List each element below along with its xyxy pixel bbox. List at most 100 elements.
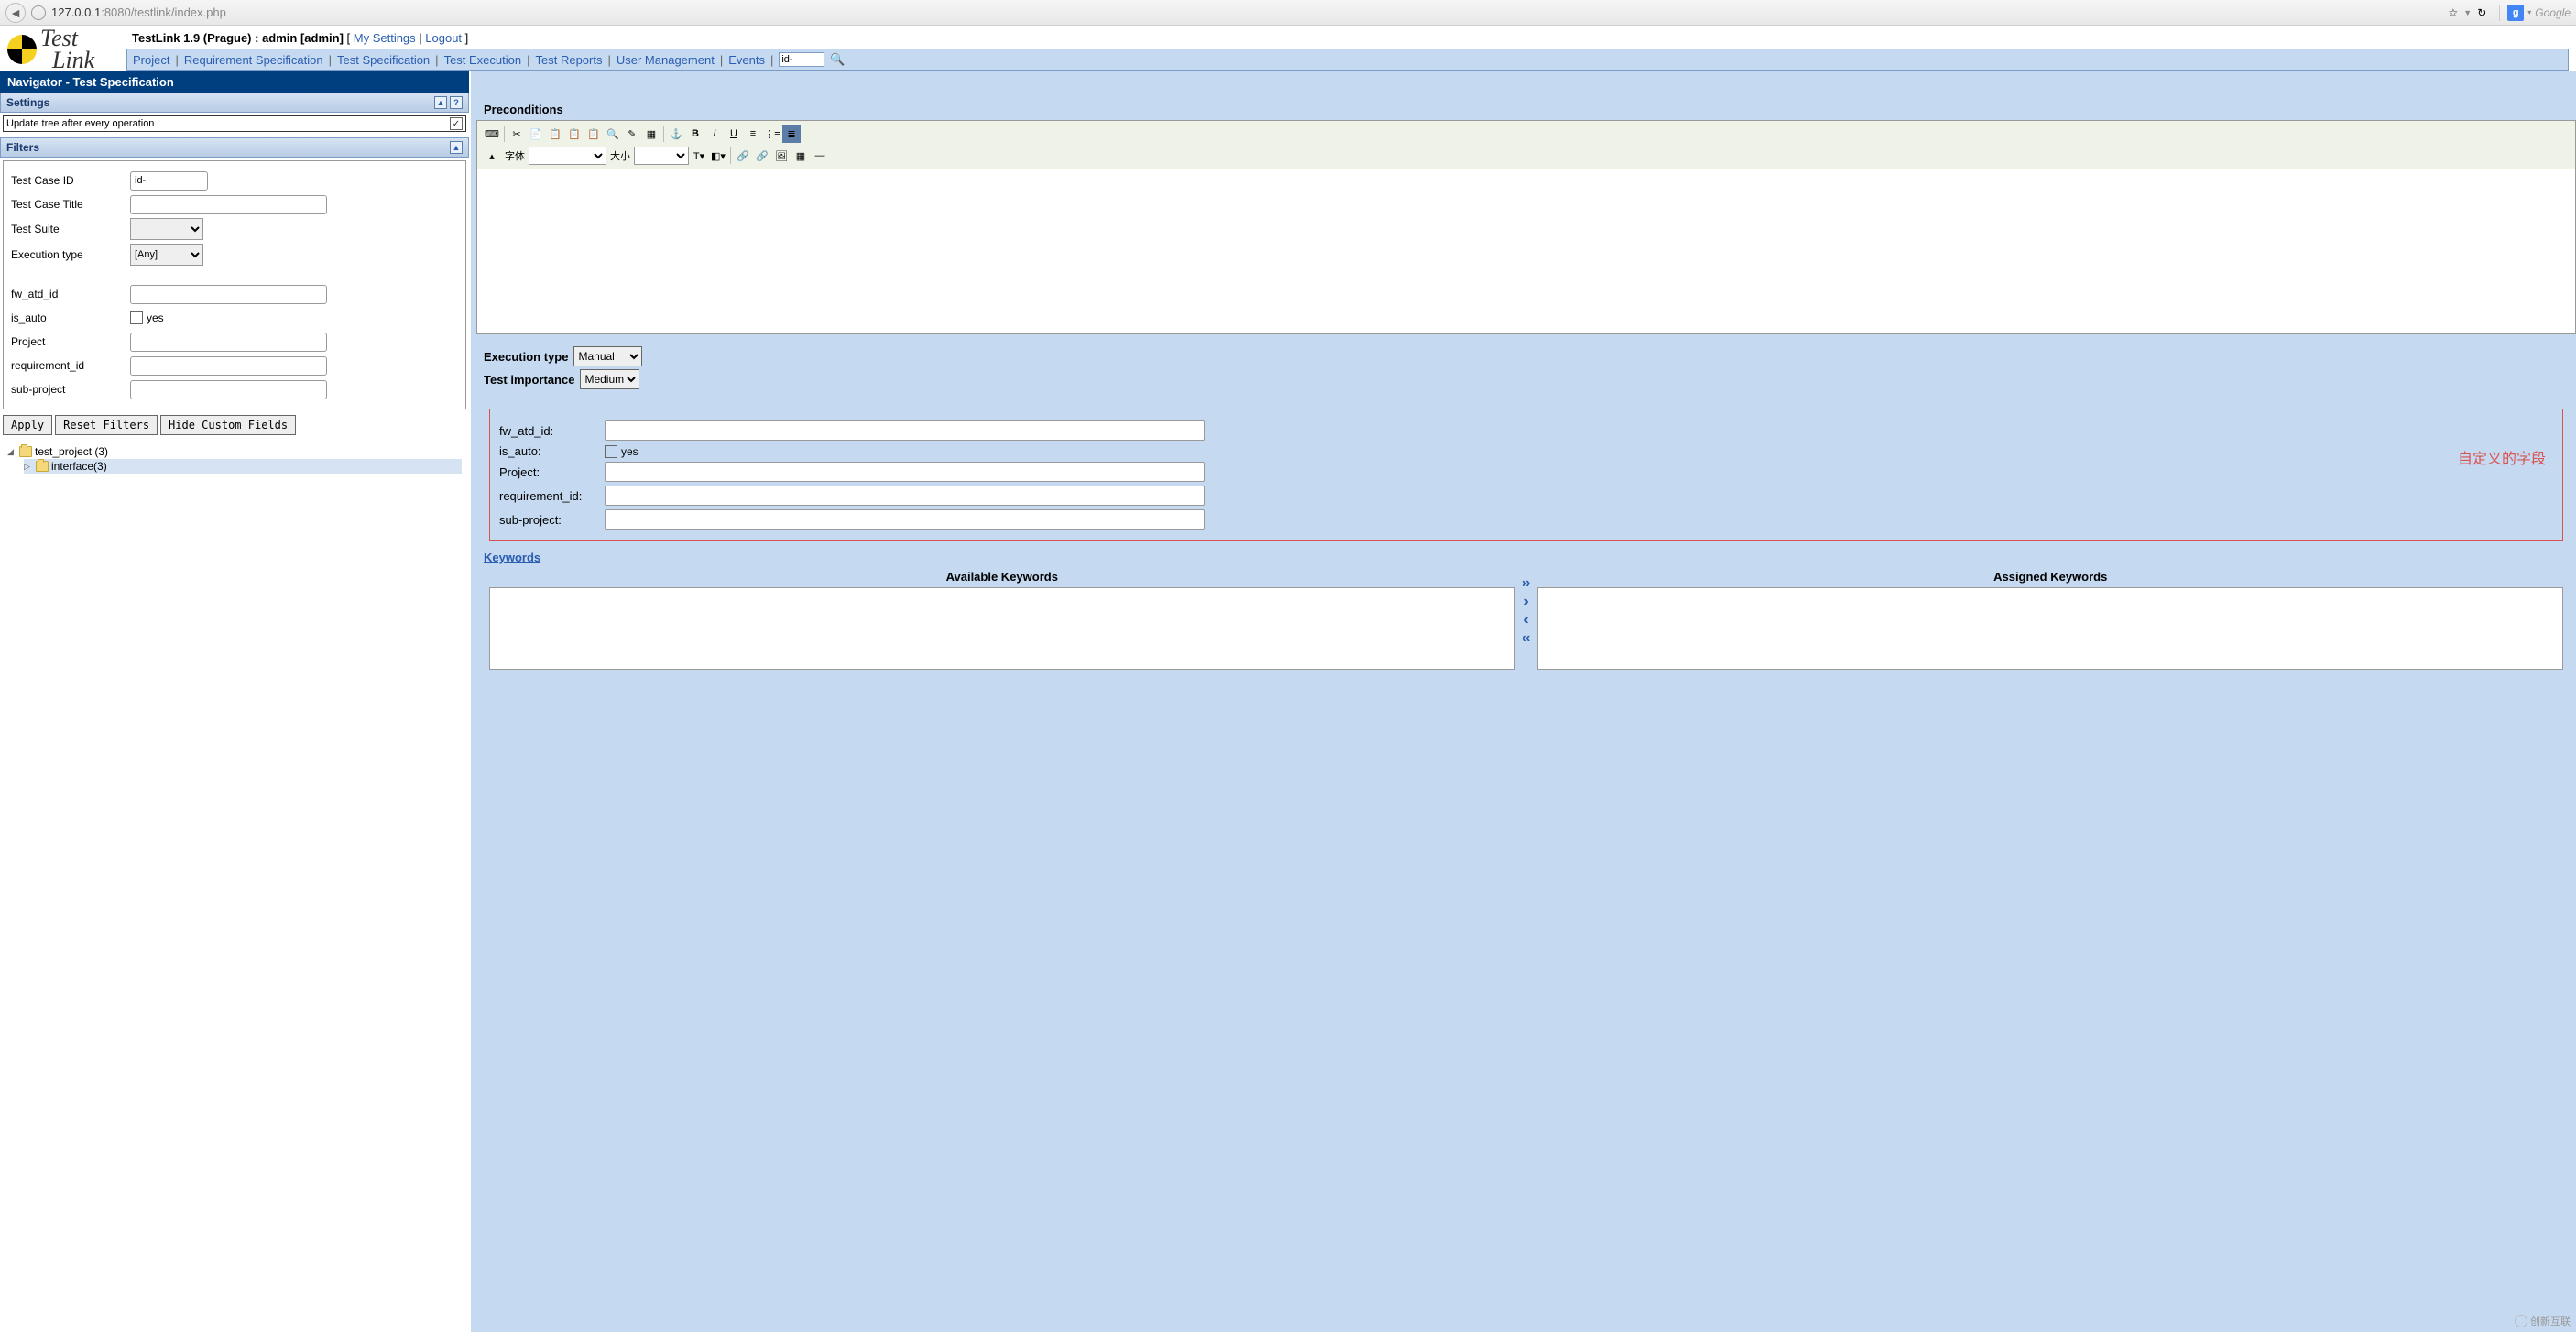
cf-sub-project-input[interactable] [605, 509, 1205, 530]
cf-sub-project-label: sub-project: [499, 513, 605, 527]
tc-id-input[interactable] [130, 171, 208, 191]
apply-button[interactable]: Apply [3, 415, 52, 435]
italic-icon[interactable]: I [705, 125, 724, 143]
tc-title-label: Test Case Title [11, 198, 130, 211]
exec-block: Execution typeManual Test importanceMedi… [476, 334, 2576, 401]
is-auto-checkbox[interactable] [130, 311, 143, 324]
nav-project[interactable]: Project [133, 53, 169, 67]
anchor-icon[interactable]: ⚓ [667, 125, 685, 143]
fw-atd-id-input[interactable] [130, 285, 327, 304]
site-identity-icon[interactable] [31, 5, 46, 20]
project-input[interactable] [130, 333, 327, 352]
dropdown-icon[interactable]: ▼ [2463, 8, 2472, 17]
nav-test-reports[interactable]: Test Reports [536, 53, 603, 67]
right-panel: Preconditions ⌨ ✂ 📄 📋 📋 📋 🔍 ✎ ▦ ⚓ B I U … [476, 71, 2576, 1332]
move-all-left-icon[interactable]: « [1523, 630, 1531, 647]
is-auto-opt: yes [147, 311, 164, 324]
navigator-title: Navigator - Test Specification [0, 71, 469, 93]
unlink-icon[interactable]: 🔗 [753, 147, 771, 165]
testlink-logo[interactable]: Test Link [7, 27, 117, 71]
req-id-input[interactable] [130, 356, 327, 376]
nav-req-spec[interactable]: Requirement Specification [184, 53, 323, 67]
tree-child-label: interface(3) [51, 460, 107, 473]
left-panel: Navigator - Test Specification Settings … [0, 71, 476, 1332]
preconditions-title: Preconditions [476, 99, 2576, 120]
tc-title-input[interactable] [130, 195, 327, 214]
exec-type-select[interactable]: [Any] [130, 244, 203, 266]
move-all-right-icon[interactable]: » [1523, 575, 1531, 592]
hr-icon[interactable]: — [811, 147, 829, 165]
table-icon[interactable]: ▦ [791, 147, 810, 165]
search-dropdown-icon[interactable]: ▾ [2527, 8, 2531, 16]
cf-is-auto-label: is_auto: [499, 444, 605, 458]
paste-word-icon[interactable]: 📋 [584, 125, 603, 143]
image-icon[interactable]: 🖼 [772, 147, 791, 165]
sub-project-input[interactable] [130, 380, 327, 399]
help-icon[interactable]: ? [450, 96, 463, 109]
ul-icon[interactable]: ⋮≡ [763, 125, 781, 143]
tree-expand-icon[interactable]: ◢ [7, 447, 16, 457]
justify-icon[interactable]: ≣ [782, 125, 801, 143]
url-bar[interactable]: 127.0.0.1:8080/testlink/index.php [51, 5, 2443, 19]
collapse-toolbar-icon[interactable]: ▴ [483, 147, 501, 165]
paste-text-icon[interactable]: 📋 [565, 125, 584, 143]
move-left-icon[interactable]: ‹ [1523, 612, 1528, 628]
cf-is-auto-checkbox[interactable] [605, 445, 617, 458]
cf-req-id-input[interactable] [605, 486, 1205, 506]
underline-icon[interactable]: U [725, 125, 743, 143]
importance-select[interactable]: Medium [580, 369, 639, 389]
size-select[interactable] [634, 147, 689, 165]
cf-project-label: Project: [499, 465, 605, 479]
settings-header[interactable]: Settings ▲ ? [0, 93, 469, 113]
available-kw-list[interactable] [489, 587, 1515, 670]
available-kw-hd: Available Keywords [489, 570, 1515, 584]
tree-child[interactable]: ▷ interface(3) [24, 459, 462, 474]
nav-test-exec[interactable]: Test Execution [444, 53, 522, 67]
move-right-icon[interactable]: › [1523, 594, 1528, 610]
cf-project-input[interactable] [605, 462, 1205, 482]
tree-root[interactable]: ◢test_project (3) [7, 444, 462, 459]
source-btn[interactable]: ⌨ [483, 125, 501, 143]
nav-events[interactable]: Events [728, 53, 765, 67]
font-select[interactable] [529, 147, 606, 165]
collapse-filters-icon[interactable]: ▲ [450, 141, 463, 154]
nav-search-input[interactable] [779, 52, 824, 67]
bg-color-icon[interactable]: ◧▾ [709, 147, 727, 165]
reload-icon[interactable]: ↻ [2477, 6, 2486, 19]
bookmark-star-icon[interactable]: ☆ [2449, 6, 2459, 19]
paste-icon[interactable]: 📋 [546, 125, 564, 143]
select-all-icon[interactable]: ▦ [642, 125, 660, 143]
ts-select[interactable] [130, 218, 203, 240]
logout-link[interactable]: Logout [425, 31, 462, 45]
reset-button[interactable]: Reset Filters [55, 415, 158, 435]
my-settings-link[interactable]: My Settings [354, 31, 416, 45]
bold-icon[interactable]: B [686, 125, 704, 143]
back-button[interactable]: ◄ [5, 3, 26, 23]
cut-icon[interactable]: ✂ [508, 125, 526, 143]
logo-bullseye-icon [7, 35, 37, 64]
replace-icon[interactable]: ✎ [623, 125, 641, 143]
settings-checkbox[interactable]: ✓ [450, 117, 463, 130]
keywords-header[interactable]: Keywords [476, 545, 2576, 570]
nav-user-mgmt[interactable]: User Management [617, 53, 715, 67]
assigned-kw-list[interactable] [1537, 587, 2563, 670]
text-color-icon[interactable]: T▾ [690, 147, 708, 165]
nav-test-spec[interactable]: Test Specification [337, 53, 430, 67]
ol-icon[interactable]: ≡ [744, 125, 762, 143]
link-icon[interactable]: 🔗 [734, 147, 752, 165]
watermark: 创新互联 [2515, 1314, 2571, 1328]
browser-search[interactable]: g ▾ Google [2499, 5, 2571, 21]
tree-expand-icon[interactable]: ▷ [24, 462, 33, 472]
hide-cf-button[interactable]: Hide Custom Fields [160, 415, 296, 435]
font-label: 字体 [505, 148, 525, 163]
exec-type-select[interactable]: Manual [573, 346, 642, 366]
find-icon[interactable]: 🔍 [604, 125, 622, 143]
watermark-icon [2515, 1315, 2527, 1327]
cf-fw-atd-id-input[interactable] [605, 420, 1205, 441]
editor-content[interactable] [476, 169, 2576, 334]
copy-icon[interactable]: 📄 [527, 125, 545, 143]
search-icon[interactable]: 🔍 [830, 52, 845, 67]
size-label: 大小 [610, 148, 630, 163]
filters-header[interactable]: Filters ▲ [0, 137, 469, 158]
collapse-icon[interactable]: ▲ [434, 96, 447, 109]
